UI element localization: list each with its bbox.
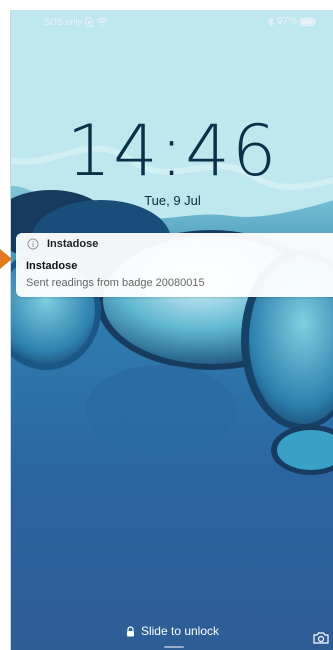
status-left: SOS only	[44, 17, 108, 27]
battery-icon	[300, 17, 316, 26]
wallpaper	[11, 10, 333, 650]
wifi-icon	[96, 17, 108, 27]
lockscreen-clock: 14:46	[66, 110, 279, 192]
battery-percent: 97%	[276, 16, 297, 27]
notification-app-name: Instadose	[47, 238, 99, 250]
camera-icon[interactable]	[313, 632, 329, 644]
lock-icon	[126, 625, 134, 636]
sim-icon	[85, 17, 93, 27]
phone-screen: SOS only 97% 14:46 Tue, 9 Jul Instadose …	[10, 10, 333, 650]
notification-header: Instadose	[27, 238, 98, 250]
info-icon	[27, 238, 39, 250]
notification-card[interactable]: Instadose Instadose Sent readings from b…	[16, 233, 333, 297]
status-right: 97%	[267, 16, 316, 27]
lockscreen-date: Tue, 9 Jul	[144, 193, 201, 208]
slide-to-unlock[interactable]: Slide to unlock	[11, 624, 333, 638]
notification-body: Sent readings from badge 20080015	[26, 277, 205, 289]
home-indicator[interactable]	[164, 646, 184, 648]
pointer-arrow	[0, 249, 12, 269]
bluetooth-icon	[267, 16, 274, 27]
status-bar: SOS only 97%	[11, 10, 333, 32]
slide-to-unlock-label: Slide to unlock	[140, 624, 220, 638]
notification-title: Instadose	[26, 260, 78, 272]
carrier-text: SOS only	[44, 17, 83, 27]
